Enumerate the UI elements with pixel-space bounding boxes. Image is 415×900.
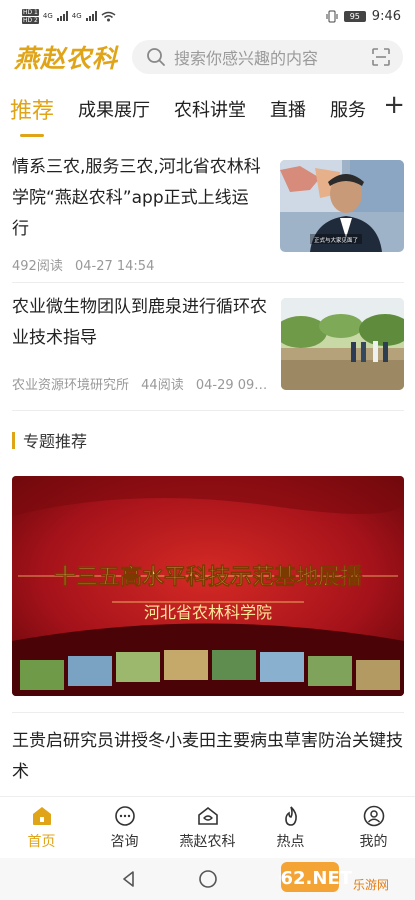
news-reads: 44阅读 bbox=[141, 378, 184, 393]
back-icon[interactable] bbox=[120, 870, 138, 888]
banner-subtitle: 河北省农林科学院 bbox=[144, 603, 272, 622]
tab-achievements[interactable]: 成果展厅 bbox=[78, 96, 150, 122]
hd-badges: HD 1 HD 2 bbox=[22, 8, 39, 24]
farm-house-icon bbox=[197, 806, 218, 825]
news-source: 农业资源环境研究所 bbox=[12, 378, 130, 393]
banner-headline: 十三五高水平科技示范基地展播 bbox=[54, 564, 363, 590]
news-item-3[interactable]: 王贵启研究员讲授冬小麦田主要病虫草害防治关键技术 bbox=[12, 726, 404, 788]
watermark-brand: 962.NET bbox=[279, 868, 353, 889]
vibrate-icon bbox=[326, 10, 338, 22]
tab-lectures[interactable]: 农科讲堂 bbox=[174, 96, 246, 122]
divider bbox=[12, 410, 404, 411]
nav-mine[interactable]: 我的 bbox=[332, 797, 415, 858]
signal-group: HD 1 HD 2 4G 4G bbox=[22, 8, 116, 24]
news-thumbnail bbox=[280, 298, 404, 390]
search-input[interactable]: 搜索你感兴趣的内容 bbox=[132, 40, 403, 74]
nav-yanzhao[interactable]: 燕赵农科 bbox=[166, 797, 249, 858]
news-text: 王贵启研究员讲授冬小麦田主要病虫草害防治关键技术 bbox=[12, 726, 404, 788]
search-icon bbox=[147, 48, 165, 66]
nav-label: 燕赵农科 bbox=[179, 833, 236, 850]
search-placeholder: 搜索你感兴趣的内容 bbox=[174, 49, 319, 68]
news-meta: 492阅读 04-27 14:54 bbox=[12, 255, 264, 274]
home-circle-icon[interactable] bbox=[198, 869, 218, 889]
section-title: 专题推荐 bbox=[23, 432, 88, 451]
app-logo: 燕赵农科 bbox=[14, 44, 119, 73]
nav-home[interactable]: 首页 bbox=[0, 797, 83, 858]
signal-bars-icon bbox=[56, 11, 68, 21]
app-screen: HD 1 HD 2 4G 4G 95 9:46 燕赵农科 搜索你感兴趣的内容 推… bbox=[0, 0, 415, 900]
news-title: 农业微生物团队到鹿泉进行循环农业技术指导 bbox=[12, 297, 267, 348]
user-icon bbox=[363, 805, 384, 826]
tab-services[interactable]: 服务 bbox=[330, 96, 366, 122]
status-right: 95 9:46 bbox=[326, 9, 401, 24]
news-title: 王贵启研究员讲授冬小麦田主要病虫草害防治关键技术 bbox=[12, 731, 403, 782]
news-meta: 农业资源环境研究所 44阅读 04-29 09… bbox=[12, 374, 281, 393]
status-bar: HD 1 HD 2 4G 4G 95 9:46 bbox=[0, 0, 415, 32]
news-title: 情系三农,服务三农,河北省农林科学院“燕赵农科”app正式上线运行 bbox=[12, 157, 261, 239]
chat-icon bbox=[114, 805, 135, 826]
nav-consult[interactable]: 咨询 bbox=[83, 797, 166, 858]
divider bbox=[12, 282, 404, 283]
news-text: 情系三农,服务三农,河北省农林科学院“燕赵农科”app正式上线运行 492阅读 … bbox=[12, 152, 264, 274]
watermark-sub: 乐游网 bbox=[353, 878, 389, 892]
scan-icon[interactable] bbox=[371, 47, 391, 67]
tab-live[interactable]: 直播 bbox=[270, 96, 306, 122]
signal-bars-icon-2 bbox=[85, 11, 97, 21]
news-time: 04-27 14:54 bbox=[74, 259, 155, 274]
network-type-2: 4G bbox=[71, 12, 82, 20]
thumb-caption: 正式与大家见面了 bbox=[314, 236, 358, 244]
wifi-icon bbox=[101, 11, 116, 21]
clock: 9:46 bbox=[371, 8, 401, 24]
bottom-navigation: 首页 咨询 燕赵农科 热点 我的 bbox=[0, 796, 415, 858]
nav-label: 热点 bbox=[276, 833, 305, 850]
nav-hot[interactable]: 热点 bbox=[249, 797, 332, 858]
nav-label: 咨询 bbox=[110, 833, 139, 850]
battery-icon: 95 bbox=[343, 10, 366, 22]
hd-badge-1: HD 1 bbox=[22, 8, 39, 16]
section-accent-bar bbox=[12, 431, 15, 449]
news-time: 04-29 09… bbox=[195, 378, 268, 393]
add-tab-icon[interactable]: + bbox=[383, 92, 405, 118]
news-reads: 492阅读 bbox=[12, 259, 63, 274]
watermark-logo: 962.NET 乐游网 bbox=[268, 858, 409, 896]
section-header: 专题推荐 bbox=[12, 430, 88, 451]
flame-icon bbox=[284, 805, 297, 826]
news-thumbnail: 正式与大家见面了 bbox=[280, 160, 404, 252]
divider bbox=[12, 712, 404, 713]
hd-badge-2: HD 2 bbox=[22, 16, 39, 24]
nav-label: 我的 bbox=[359, 833, 388, 850]
home-icon bbox=[32, 806, 51, 825]
nav-label: 首页 bbox=[27, 833, 56, 850]
news-item-2[interactable]: 农业微生物团队到鹿泉进行循环农业技术指导 农业资源环境研究所 44阅读 04-2… bbox=[12, 292, 404, 393]
news-item-1[interactable]: 情系三农,服务三农,河北省农林科学院“燕赵农科”app正式上线运行 492阅读 … bbox=[12, 152, 404, 274]
app-header: 燕赵农科 搜索你感兴趣的内容 bbox=[0, 36, 415, 78]
featured-banner[interactable]: 十三五高水平科技示范基地展播 河北省农林科学院 bbox=[12, 476, 404, 696]
news-text: 农业微生物团队到鹿泉进行循环农业技术指导 农业资源环境研究所 44阅读 04-2… bbox=[12, 292, 281, 393]
network-type-1: 4G bbox=[42, 12, 53, 20]
tab-recommend[interactable]: 推荐 bbox=[10, 93, 54, 137]
category-tabs: 推荐 成果展厅 农科讲堂 直播 服务 + bbox=[0, 86, 415, 137]
